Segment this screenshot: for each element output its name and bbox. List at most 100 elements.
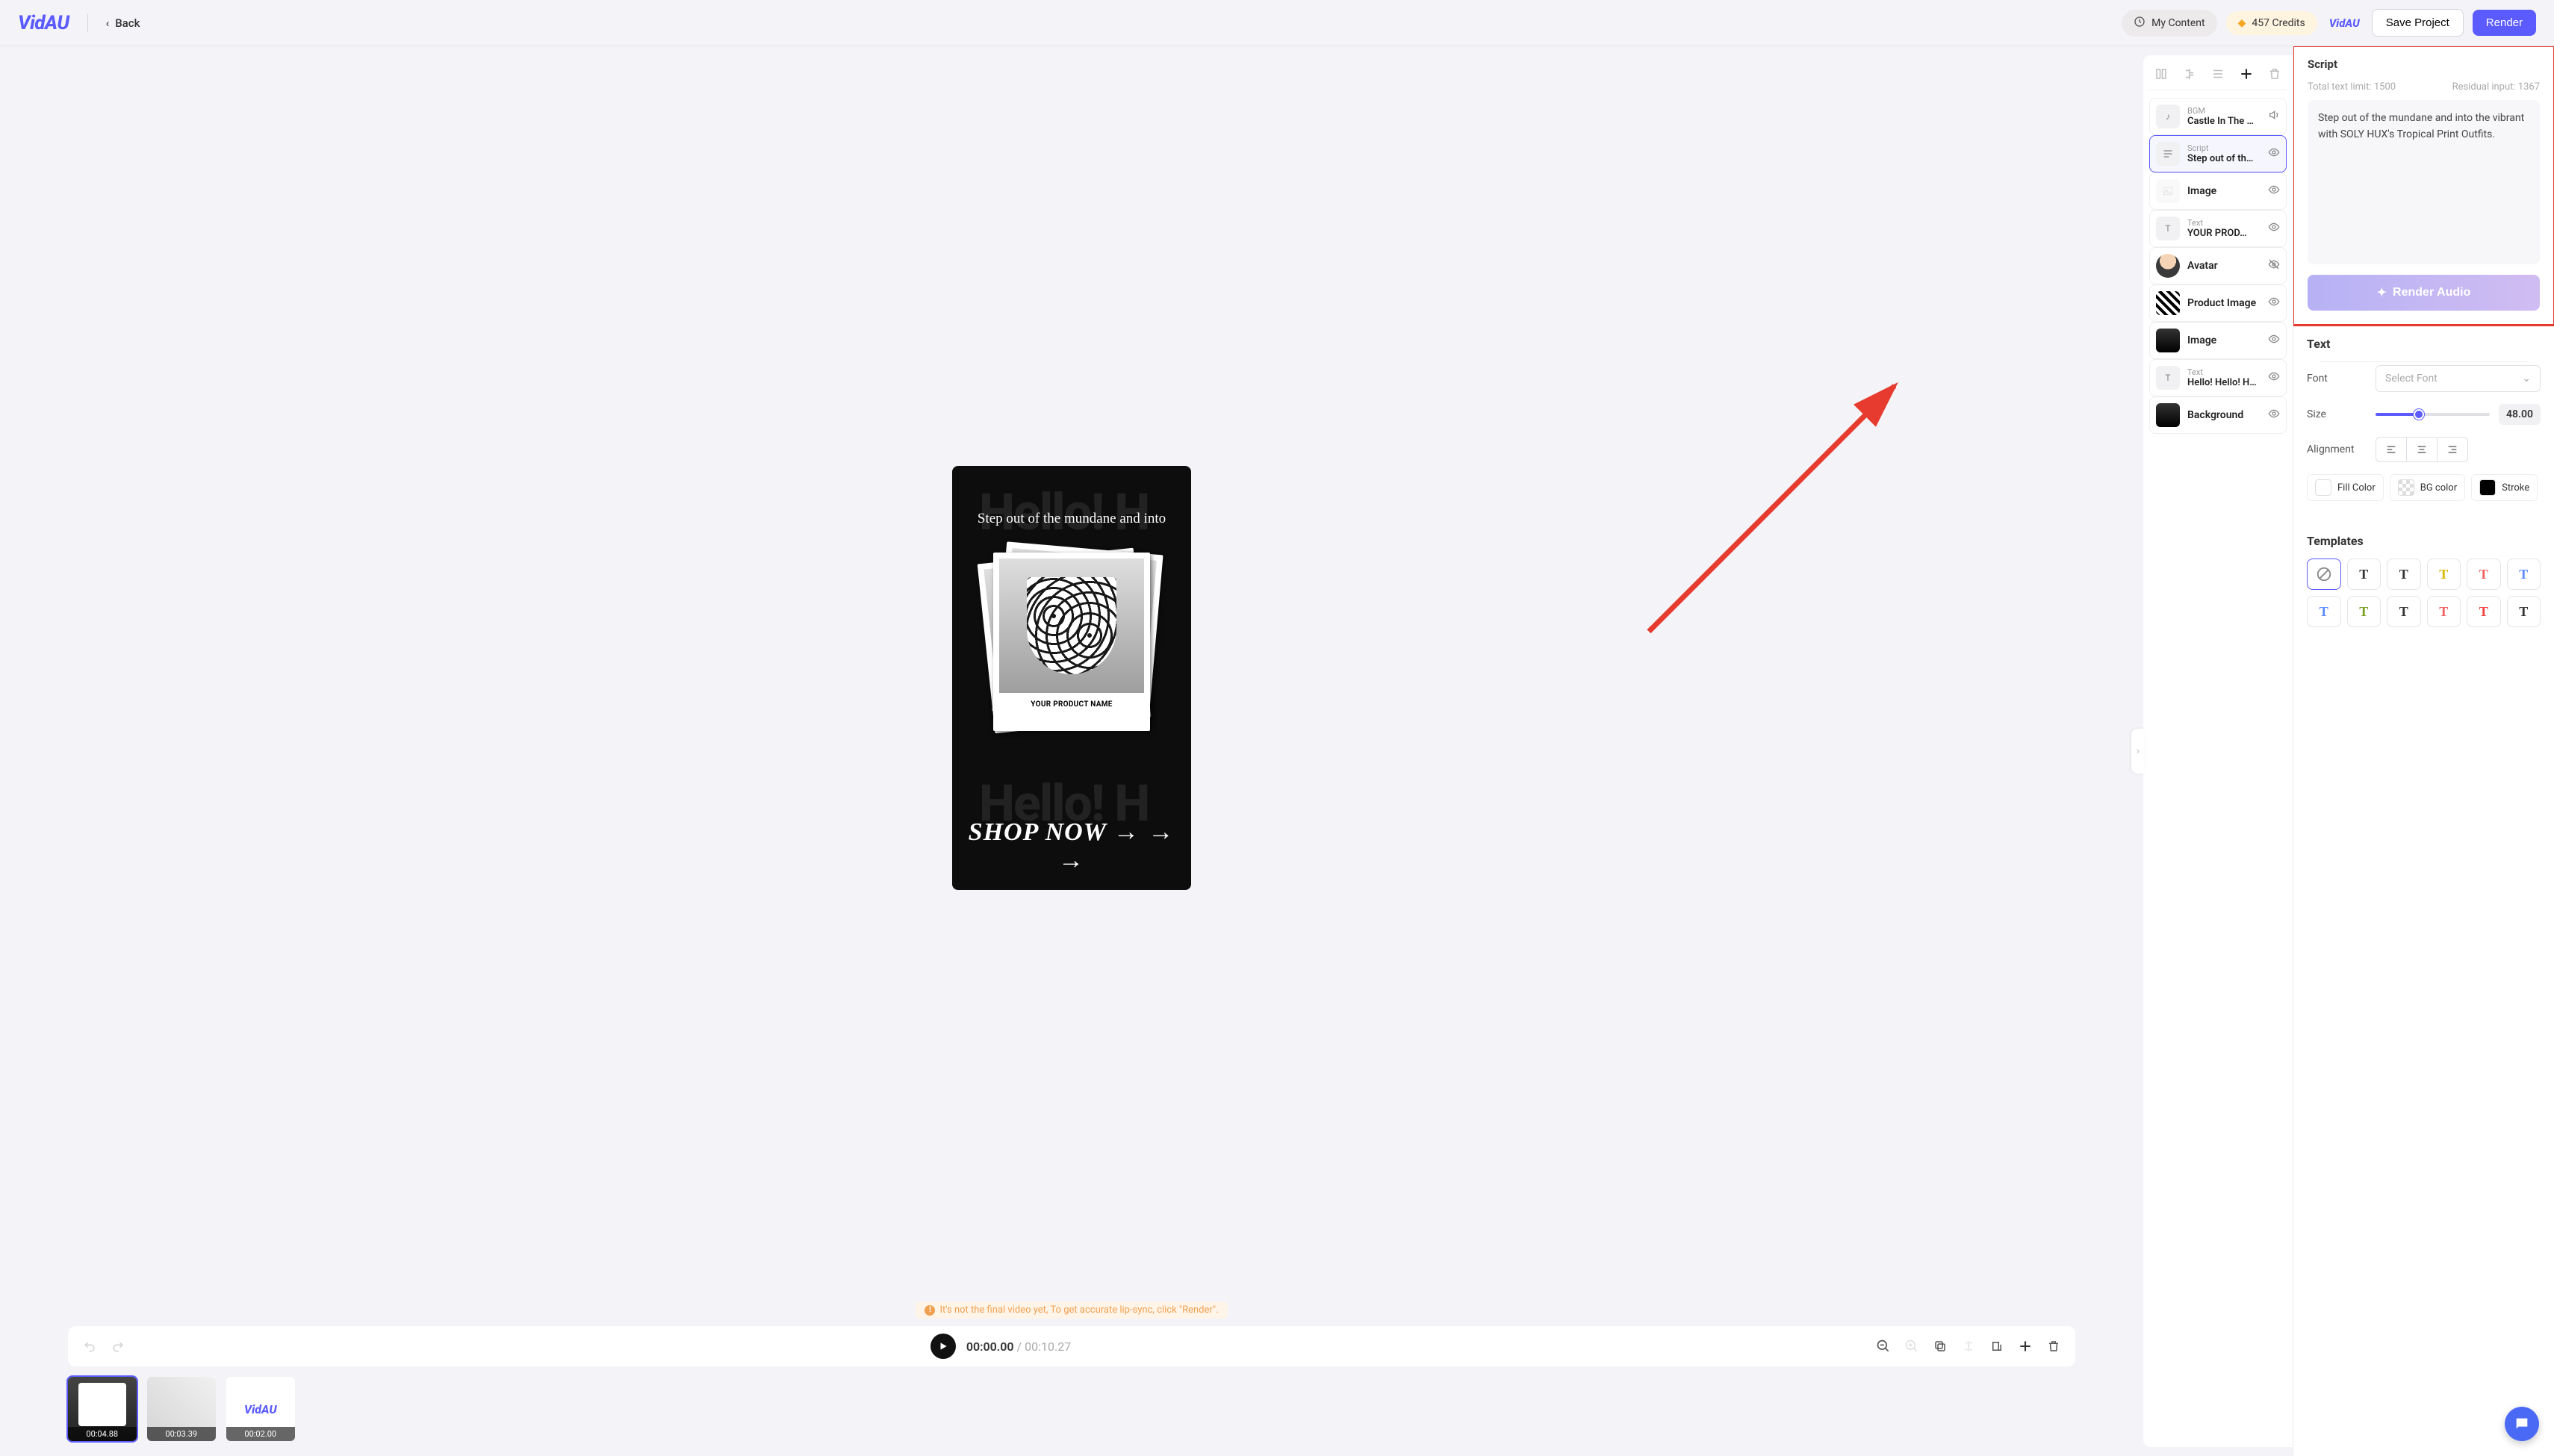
template-1[interactable]: T: [2347, 559, 2381, 590]
text-icon: T: [2156, 217, 2180, 240]
template-3[interactable]: T: [2427, 559, 2461, 590]
layer-item-1[interactable]: ScriptStep out of th…: [2149, 135, 2287, 172]
clip-3[interactable]: VidAU00:02.00: [226, 1377, 295, 1441]
layer-item-8[interactable]: Background: [2149, 396, 2287, 434]
credits-badge[interactable]: ◆ 457 Credits: [2226, 11, 2317, 35]
template-10[interactable]: T: [2467, 596, 2501, 627]
template-0[interactable]: [2307, 559, 2341, 590]
template-4[interactable]: T: [2467, 559, 2501, 590]
eye-icon[interactable]: [2268, 333, 2280, 348]
image-thumb-icon: [2156, 403, 2180, 427]
text-section: Text Font Select Font ⌄ Size 48.00 Align…: [2293, 326, 2554, 523]
fill-color-chip[interactable]: Fill Color: [2307, 474, 2384, 501]
templates-title: Templates: [2307, 534, 2541, 548]
copy-button[interactable]: [1932, 1338, 1948, 1354]
align-right-button[interactable]: [2437, 438, 2467, 461]
avatar-icon: [2156, 254, 2180, 278]
vidau-badge: VidAU: [2326, 16, 2363, 30]
speaker-icon[interactable]: [2268, 109, 2280, 124]
credits-label: 457 Credits: [2252, 17, 2305, 29]
save-project-button[interactable]: Save Project: [2372, 9, 2464, 37]
eye-icon[interactable]: [2268, 146, 2280, 161]
clock-icon: [2134, 16, 2146, 31]
layer-item-7[interactable]: TTextHello! Hello! H…: [2149, 359, 2287, 396]
delete-layer-button[interactable]: [2266, 66, 2283, 82]
image-icon: [2156, 179, 2180, 203]
undo-button[interactable]: [81, 1338, 98, 1354]
render-audio-button[interactable]: ✦ Render Audio: [2308, 275, 2540, 311]
canvas-headline: Step out of the mundane and into: [952, 511, 1191, 527]
diamond-icon: ◆: [2238, 17, 2246, 29]
layer-item-0[interactable]: ♪BGMCastle In The …: [2149, 98, 2287, 135]
layer-item-3[interactable]: TTextYOUR PROD…: [2149, 210, 2287, 247]
eye-icon[interactable]: [2268, 296, 2280, 311]
music-icon: ♪: [2156, 105, 2180, 128]
clip-1-ts: 00:04.88: [68, 1427, 137, 1441]
render-warning: ! It's not the final video yet, To get a…: [916, 1301, 1227, 1319]
distribute-icon[interactable]: [2210, 66, 2226, 82]
bg-color-chip[interactable]: BG color: [2390, 474, 2465, 501]
script-title: Script: [2308, 57, 2540, 71]
text-icon: T: [2156, 366, 2180, 390]
eye-icon[interactable]: [2268, 408, 2280, 423]
eye-icon[interactable]: [2268, 370, 2280, 385]
back-label: Back: [115, 16, 140, 30]
expand-panel-tab[interactable]: ›: [2131, 729, 2145, 774]
chat-widget[interactable]: [2505, 1407, 2539, 1441]
add-button[interactable]: [2017, 1338, 2033, 1354]
redo-button[interactable]: [110, 1338, 126, 1354]
eye-off-icon[interactable]: [2268, 258, 2280, 273]
zoom-in-button[interactable]: [1904, 1338, 1920, 1354]
script-section: Script Total text limit: 1500 Residual i…: [2293, 46, 2554, 326]
canvas-area: Hello! H Hello! H Step out of the mundan…: [0, 46, 2143, 1456]
text-section-title: Text: [2307, 337, 2541, 351]
app-logo: VidAU: [18, 12, 69, 34]
template-8[interactable]: T: [2387, 596, 2421, 627]
stroke-color-chip[interactable]: Stroke: [2471, 474, 2538, 501]
polaroid-stack: YOUR PRODUCT NAME: [984, 548, 1159, 765]
align-icon[interactable]: [2181, 66, 2198, 82]
my-content-label: My Content: [2151, 17, 2205, 29]
layers-panel: ♪BGMCastle In The …ScriptStep out of th……: [2143, 55, 2293, 1447]
templates-section: Templates TTTTTTTTTTT: [2293, 523, 2554, 638]
layer-item-6[interactable]: Image: [2149, 322, 2287, 359]
text-limit: Total text limit: 1500: [2308, 81, 2396, 93]
clip-2[interactable]: 00:03.39: [147, 1377, 216, 1441]
warning-icon: !: [925, 1305, 935, 1316]
clips-row: 00:04.88 00:03.39 VidAU00:02.00: [68, 1377, 2076, 1441]
cta-text: SHOP NOW → → →: [952, 818, 1191, 875]
size-value[interactable]: 48.00: [2499, 404, 2541, 425]
font-label: Font: [2307, 373, 2367, 385]
layer-item-2[interactable]: Image: [2149, 172, 2287, 210]
template-2[interactable]: T: [2387, 559, 2421, 590]
crop-button[interactable]: [1989, 1338, 2005, 1354]
template-5[interactable]: T: [2507, 559, 2541, 590]
render-button[interactable]: Render: [2473, 10, 2536, 36]
align-left-button[interactable]: [2376, 438, 2406, 461]
product-caption: YOUR PRODUCT NAME: [999, 700, 1144, 709]
add-layer-button[interactable]: [2238, 66, 2255, 82]
layer-item-5[interactable]: Product Image: [2149, 284, 2287, 322]
layer-item-4[interactable]: Avatar: [2149, 247, 2287, 284]
template-11[interactable]: T: [2507, 596, 2541, 627]
clip-1[interactable]: 00:04.88: [68, 1377, 137, 1441]
template-6[interactable]: T: [2307, 596, 2341, 627]
script-textarea[interactable]: Step out of the mundane and into the vib…: [2308, 100, 2540, 264]
mirror-icon[interactable]: [2153, 66, 2169, 82]
split-button[interactable]: [1960, 1338, 1977, 1354]
video-canvas[interactable]: Hello! H Hello! H Step out of the mundan…: [952, 466, 1191, 890]
divider: [87, 14, 88, 32]
eye-icon[interactable]: [2268, 221, 2280, 236]
size-slider[interactable]: [2376, 413, 2490, 416]
font-select[interactable]: Select Font ⌄: [2376, 365, 2541, 392]
delete-button[interactable]: [2045, 1338, 2062, 1354]
template-9[interactable]: T: [2427, 596, 2461, 627]
clip-3-ts: 00:02.00: [226, 1427, 295, 1441]
zoom-out-button[interactable]: [1875, 1338, 1892, 1354]
eye-icon[interactable]: [2268, 184, 2280, 199]
back-button[interactable]: ‹ Back: [106, 16, 140, 30]
play-button[interactable]: [930, 1334, 956, 1359]
my-content-button[interactable]: My Content: [2122, 10, 2216, 37]
template-7[interactable]: T: [2347, 596, 2381, 627]
align-center-button[interactable]: [2406, 438, 2437, 461]
